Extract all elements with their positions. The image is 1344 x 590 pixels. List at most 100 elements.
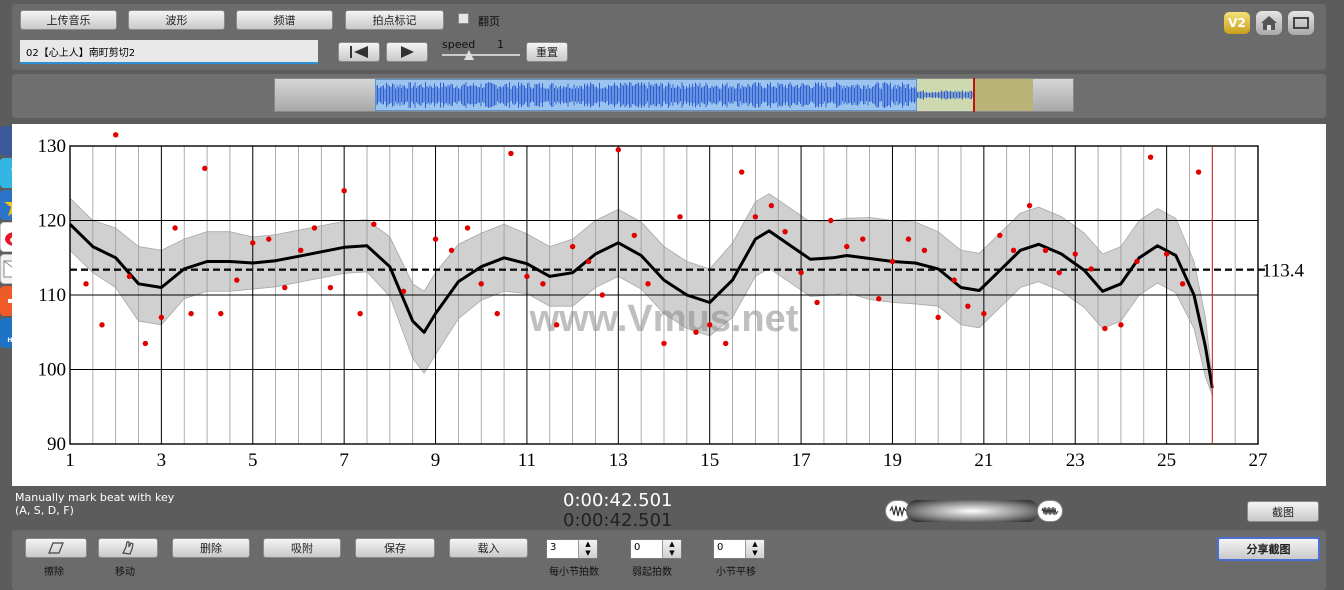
play-button[interactable] xyxy=(386,42,428,62)
beat-point xyxy=(814,299,820,306)
spectrum-button[interactable]: 频谱 xyxy=(236,10,333,30)
beat-point xyxy=(553,322,560,328)
x-tick-label: 5 xyxy=(248,450,258,471)
save-button[interactable]: 保存 xyxy=(355,538,435,558)
overview-waveform xyxy=(376,82,974,108)
overview-playhead[interactable] xyxy=(973,78,975,112)
beat-point xyxy=(645,281,651,287)
upload-music-button[interactable]: 上传音乐 xyxy=(20,10,117,30)
beat-point xyxy=(905,236,912,242)
snap-button[interactable]: 吸附 xyxy=(263,538,341,558)
share-screenshot-button[interactable]: 分享截图 xyxy=(1217,537,1320,561)
beats-per-bar-label: 每小节拍数 xyxy=(549,567,599,578)
screenshot-button[interactable]: 截图 xyxy=(1247,501,1319,522)
beat-point xyxy=(798,269,804,276)
bar-shift-value[interactable]: 0 xyxy=(717,542,723,553)
x-tick-label: 1 xyxy=(65,450,75,471)
beat-point xyxy=(540,281,546,287)
x-tick-label: 9 xyxy=(431,450,441,471)
speed-slider[interactable] xyxy=(442,54,520,56)
stepper-arrows-icon[interactable]: ▲ ▼ xyxy=(578,540,597,558)
beat-point xyxy=(782,228,788,235)
beat-point xyxy=(722,340,729,347)
fullscreen-icon xyxy=(1293,17,1309,29)
beat-point xyxy=(327,284,334,291)
beat-point xyxy=(1010,247,1017,253)
beat-point xyxy=(661,340,667,347)
beat-point xyxy=(371,221,377,227)
waveform-expand-icon xyxy=(1041,506,1059,516)
speed-value: 1 xyxy=(497,38,504,51)
beat-point xyxy=(234,277,240,283)
beat-point xyxy=(298,247,304,253)
beat-point xyxy=(1179,281,1186,287)
load-button[interactable]: 载入 xyxy=(449,538,528,558)
x-tick-label: 17 xyxy=(792,450,811,471)
zoom-slider[interactable] xyxy=(906,500,1039,522)
beat-point xyxy=(464,225,471,231)
beat-point xyxy=(478,281,484,287)
beat-point xyxy=(1147,154,1154,160)
stepper-arrows-icon[interactable]: ▲ ▼ xyxy=(745,540,764,558)
waveform-button[interactable]: 波形 xyxy=(128,10,225,30)
beat-point xyxy=(266,236,272,242)
reset-button[interactable]: 重置 xyxy=(526,42,568,62)
tap-mark-button[interactable]: 拍点标记 xyxy=(345,10,444,30)
move-button[interactable] xyxy=(98,538,158,558)
zoom-in-button[interactable] xyxy=(1037,500,1063,522)
y-tick-label: 130 xyxy=(38,136,67,157)
waveform-trace xyxy=(376,82,974,108)
beat-point xyxy=(508,150,514,157)
home-icon xyxy=(1261,16,1277,30)
beats-per-bar-value[interactable]: 3 xyxy=(550,542,556,553)
y-tick-label: 100 xyxy=(38,360,67,381)
beat-point xyxy=(99,322,105,328)
beat-point xyxy=(432,236,439,242)
x-tick-label: 7 xyxy=(339,450,349,471)
x-tick-label: 11 xyxy=(518,450,536,471)
beats-per-bar-stepper[interactable]: 3 ▲ ▼ xyxy=(546,539,598,559)
beat-point xyxy=(202,165,208,172)
beat-point xyxy=(448,247,455,253)
track-title-field[interactable]: 02【心上人】南町剪切2 xyxy=(20,40,318,64)
watermark-text: www.Vmus.net xyxy=(529,298,799,340)
erase-label: 擦除 xyxy=(44,567,64,578)
beat-point xyxy=(569,243,576,250)
tempo-chart[interactable]: www.Vmus.net901001101201301 3 5 7 9 11 13 15 17 1… xyxy=(12,124,1326,486)
beat-point xyxy=(844,243,850,250)
speed-slider-thumb[interactable] xyxy=(464,50,474,60)
bar-shift-label: 小节平移 xyxy=(716,567,756,578)
version-badge[interactable]: V2 xyxy=(1224,12,1250,34)
stepper-arrows-icon[interactable]: ▲ ▼ xyxy=(662,540,681,558)
beat-point xyxy=(1163,251,1170,257)
beat-point xyxy=(218,310,224,317)
fullscreen-button[interactable] xyxy=(1288,11,1314,35)
beat-point xyxy=(250,240,256,246)
beat-point xyxy=(997,232,1003,239)
beat-point xyxy=(889,258,896,265)
erase-button[interactable] xyxy=(25,538,87,558)
home-button[interactable] xyxy=(1256,11,1282,35)
beat-point xyxy=(1195,169,1202,175)
beat-point xyxy=(1118,322,1124,328)
manual-mark-hint: Manually mark beat with key (A, S, D, F) xyxy=(15,491,174,517)
page-turn-checkbox[interactable] xyxy=(458,13,469,24)
beat-point xyxy=(282,284,288,291)
play-icon xyxy=(401,46,414,58)
x-tick-label: 21 xyxy=(974,450,993,471)
beat-point xyxy=(677,214,683,220)
pickup-beats-stepper[interactable]: 0 ▲ ▼ xyxy=(630,539,682,559)
pickup-beats-value[interactable]: 0 xyxy=(634,542,640,553)
rewind-button[interactable] xyxy=(338,42,380,62)
beat-point xyxy=(83,281,89,287)
skip-back-icon xyxy=(350,46,368,58)
beat-point xyxy=(357,310,363,317)
bar-shift-stepper[interactable]: 0 ▲ ▼ xyxy=(713,539,765,559)
beat-point xyxy=(311,225,318,231)
x-tick-label: 13 xyxy=(609,450,628,471)
beat-point xyxy=(1134,258,1140,265)
beat-point xyxy=(1072,251,1078,257)
beat-point xyxy=(1088,266,1094,272)
delete-button[interactable]: 删除 xyxy=(172,538,250,558)
x-tick-label: 19 xyxy=(883,450,902,471)
